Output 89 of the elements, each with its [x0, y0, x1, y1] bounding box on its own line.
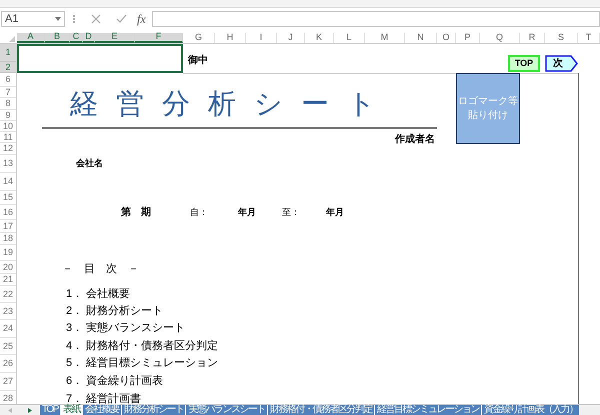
- row-header[interactable]: 17: [0, 220, 16, 233]
- column-header[interactable]: L: [334, 33, 365, 43]
- row-header[interactable]: 21: [0, 274, 16, 286]
- from-date-label: 年月: [238, 206, 256, 219]
- row-header[interactable]: 14: [0, 173, 16, 191]
- row-header[interactable]: 16: [0, 205, 16, 220]
- toc-item[interactable]: 実態バランスシート: [86, 320, 185, 336]
- row-header[interactable]: 22: [0, 286, 16, 303]
- row-header[interactable]: 20: [0, 261, 16, 274]
- row-header[interactable]: 18: [0, 233, 16, 245]
- sheet-tab[interactable]: TOP: [40, 405, 60, 415]
- next-button[interactable]: 次: [545, 55, 578, 72]
- toc-item[interactable]: 経営目標シミュレーション: [86, 355, 218, 372]
- column-header[interactable]: A: [17, 33, 45, 43]
- to-date-label: 年月: [326, 206, 344, 219]
- column-header[interactable]: E: [95, 33, 135, 43]
- toc-number: 2．: [66, 304, 84, 319]
- term-label: 第 期: [121, 206, 151, 220]
- separator-dots-icon: [73, 15, 75, 23]
- column-header[interactable]: H: [215, 33, 246, 43]
- caret-icon: [55, 17, 61, 21]
- toc-heading: － 目 次 －: [62, 262, 139, 277]
- sheet-tab[interactable]: 財務格付・債務者区分判定: [268, 405, 374, 415]
- column-header[interactable]: C: [70, 33, 83, 43]
- row-header[interactable]: 27: [0, 373, 16, 391]
- toc-number: 3．: [66, 321, 84, 336]
- row-header[interactable]: 8: [0, 98, 16, 110]
- sheet-tab[interactable]: 実態バランスシート: [186, 405, 267, 415]
- row-header[interactable]: 1: [0, 44, 16, 62]
- column-header[interactable]: S: [545, 33, 578, 43]
- scroll-right-icon[interactable]: [28, 408, 32, 412]
- row-header[interactable]: 13: [0, 155, 16, 173]
- toc-item[interactable]: 財務分析シート: [86, 303, 163, 320]
- row-header[interactable]: 12: [0, 143, 16, 155]
- sheet-tab[interactable]: 会社概要: [82, 405, 121, 415]
- top-button[interactable]: TOP: [508, 55, 540, 72]
- row-header[interactable]: 2: [0, 62, 16, 73]
- row-header[interactable]: 15: [0, 191, 16, 205]
- cancel-icon[interactable]: [91, 14, 101, 24]
- column-header[interactable]: J: [277, 33, 305, 43]
- column-header[interactable]: F: [135, 33, 183, 43]
- column-header[interactable]: B: [45, 33, 70, 43]
- column-header[interactable]: O: [437, 33, 456, 43]
- to-label: 至：: [282, 206, 300, 219]
- toc-number: 4．: [66, 339, 84, 354]
- row-header[interactable]: 26: [0, 355, 16, 373]
- scroll-left-icon[interactable]: [8, 408, 12, 412]
- sheet-tab[interactable]: 経営目標シミュレーション: [374, 405, 481, 415]
- insert-function-button[interactable]: fx: [137, 10, 146, 28]
- from-label: 自：: [190, 206, 208, 219]
- column-header[interactable]: T: [578, 33, 600, 43]
- logo-placeholder-label: ロゴマーク等貼り付け: [458, 94, 518, 122]
- row-header[interactable]: 10: [0, 121, 16, 132]
- toc-number: 7．: [66, 392, 84, 405]
- row-header[interactable]: 19: [0, 245, 16, 261]
- row-header[interactable]: 11: [0, 132, 16, 143]
- toc-item[interactable]: 資金繰り計画表: [86, 373, 163, 390]
- toc-number: 5．: [66, 356, 84, 371]
- author-label: 作成者名: [395, 132, 435, 147]
- sheet-tab[interactable]: 表紙: [60, 405, 82, 415]
- column-header[interactable]: R: [520, 33, 545, 43]
- column-header[interactable]: Q: [480, 33, 520, 43]
- column-header[interactable]: I: [246, 33, 277, 43]
- company-label: 会社名: [76, 157, 103, 170]
- row-header[interactable]: 9: [0, 110, 16, 121]
- row-header[interactable]: 24: [0, 320, 16, 338]
- toc-number: 6．: [66, 374, 84, 389]
- row-header[interactable]: 25: [0, 338, 16, 355]
- select-all-icon[interactable]: [9, 36, 15, 42]
- column-header[interactable]: M: [365, 33, 405, 43]
- addressee-label: 御中: [188, 54, 208, 68]
- check-icon[interactable]: [116, 14, 127, 24]
- selected-range[interactable]: [17, 44, 183, 73]
- formula-input[interactable]: [152, 11, 600, 27]
- sheet-title: 経営分析シート: [70, 87, 394, 121]
- row-header[interactable]: 7: [0, 87, 16, 98]
- toc-number: 1．: [66, 287, 84, 302]
- column-header[interactable]: K: [305, 33, 334, 43]
- sheet-tab[interactable]: 資金繰り計画表（入力）: [482, 405, 580, 415]
- row-header[interactable]: 23: [0, 303, 16, 320]
- row-header[interactable]: 6: [0, 73, 16, 87]
- toc-item[interactable]: 財務格付・債務者区分判定: [86, 338, 218, 354]
- toc-item[interactable]: 会社概要: [86, 286, 130, 302]
- column-header[interactable]: G: [183, 33, 215, 43]
- column-header[interactable]: P: [456, 33, 480, 43]
- column-header[interactable]: D: [83, 33, 95, 43]
- name-box[interactable]: A1: [1, 11, 65, 27]
- sheet-tab[interactable]: 財務分析シート: [122, 405, 186, 415]
- column-header[interactable]: N: [405, 33, 437, 43]
